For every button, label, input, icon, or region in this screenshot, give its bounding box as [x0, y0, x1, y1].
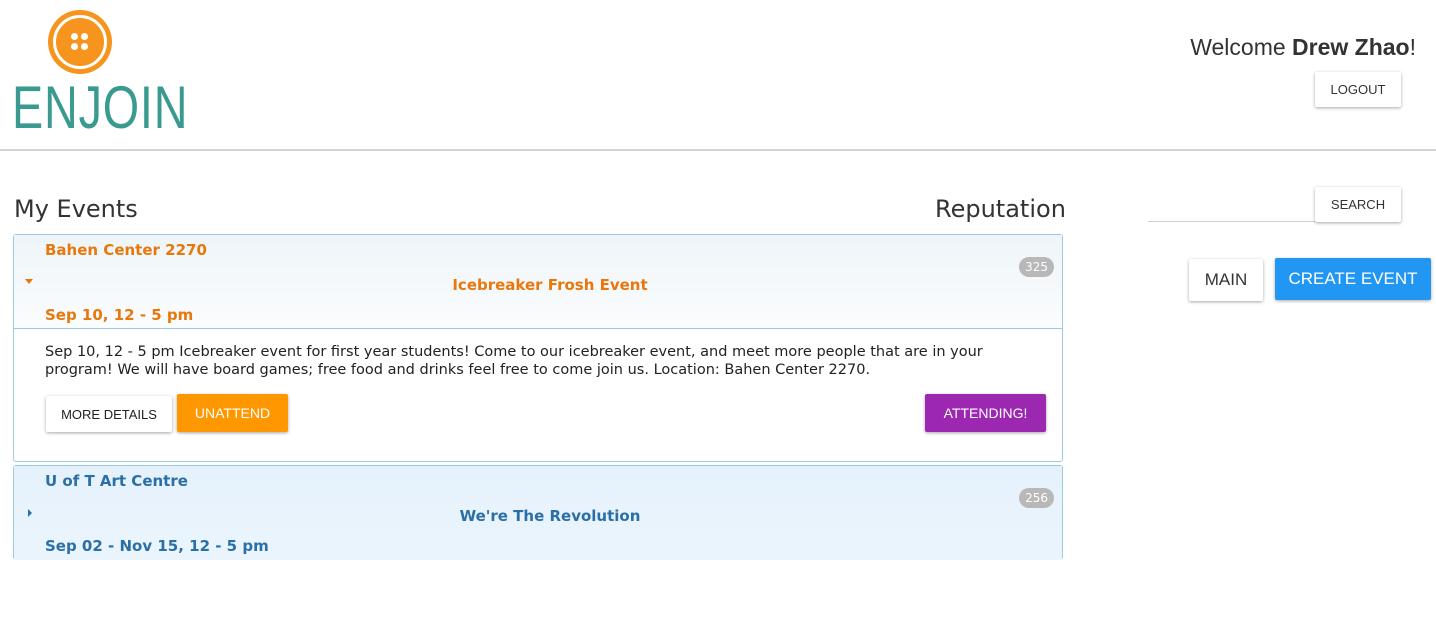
attending-status-button[interactable]: ATTENDING! — [925, 394, 1046, 432]
event-location: U of T Art Centre — [45, 472, 188, 490]
event-card: U of T Art Centre We're The Revolution S… — [13, 465, 1063, 560]
button-icon — [48, 10, 112, 74]
event-date: Sep 10, 12 - 5 pm — [45, 306, 194, 324]
logout-button[interactable]: LOGOUT — [1315, 72, 1401, 107]
event-description: Sep 10, 12 - 5 pm Icebreaker event for f… — [45, 344, 983, 378]
reputation-heading: Reputation — [935, 195, 1066, 223]
event-date: Sep 02 - Nov 15, 12 - 5 pm — [45, 537, 269, 555]
user-name: Drew Zhao — [1292, 34, 1410, 60]
main-button[interactable]: MAIN — [1189, 259, 1263, 301]
header-divider — [0, 149, 1436, 151]
search-input[interactable] — [1148, 187, 1316, 222]
page-title: My Events — [14, 195, 138, 223]
event-header[interactable]: U of T Art Centre We're The Revolution S… — [14, 466, 1062, 560]
welcome-suffix: ! — [1409, 34, 1416, 60]
reputation-badge: 325 — [1019, 257, 1054, 277]
unattend-button[interactable]: UNATTEND — [177, 394, 288, 432]
event-title: Icebreaker Frosh Event — [452, 276, 648, 294]
create-event-button[interactable]: CREATE EVENT — [1275, 258, 1431, 300]
welcome-message: Welcome Drew Zhao! — [1190, 34, 1416, 61]
more-details-button[interactable]: MORE DETAILS — [46, 396, 172, 432]
search-button[interactable]: SEARCH — [1315, 187, 1401, 222]
logo-text: ENJOIN — [12, 74, 189, 141]
enjoin-logo[interactable]: ENJOIN — [12, 10, 189, 141]
reputation-badge: 256 — [1019, 488, 1054, 508]
event-details: Sep 10, 12 - 5 pm Icebreaker event for f… — [14, 329, 1062, 461]
event-title: We're The Revolution — [459, 507, 641, 525]
welcome-prefix: Welcome — [1190, 34, 1293, 60]
event-location: Bahen Center 2270 — [45, 241, 207, 259]
event-header[interactable]: Bahen Center 2270 Icebreaker Frosh Event… — [14, 235, 1062, 329]
